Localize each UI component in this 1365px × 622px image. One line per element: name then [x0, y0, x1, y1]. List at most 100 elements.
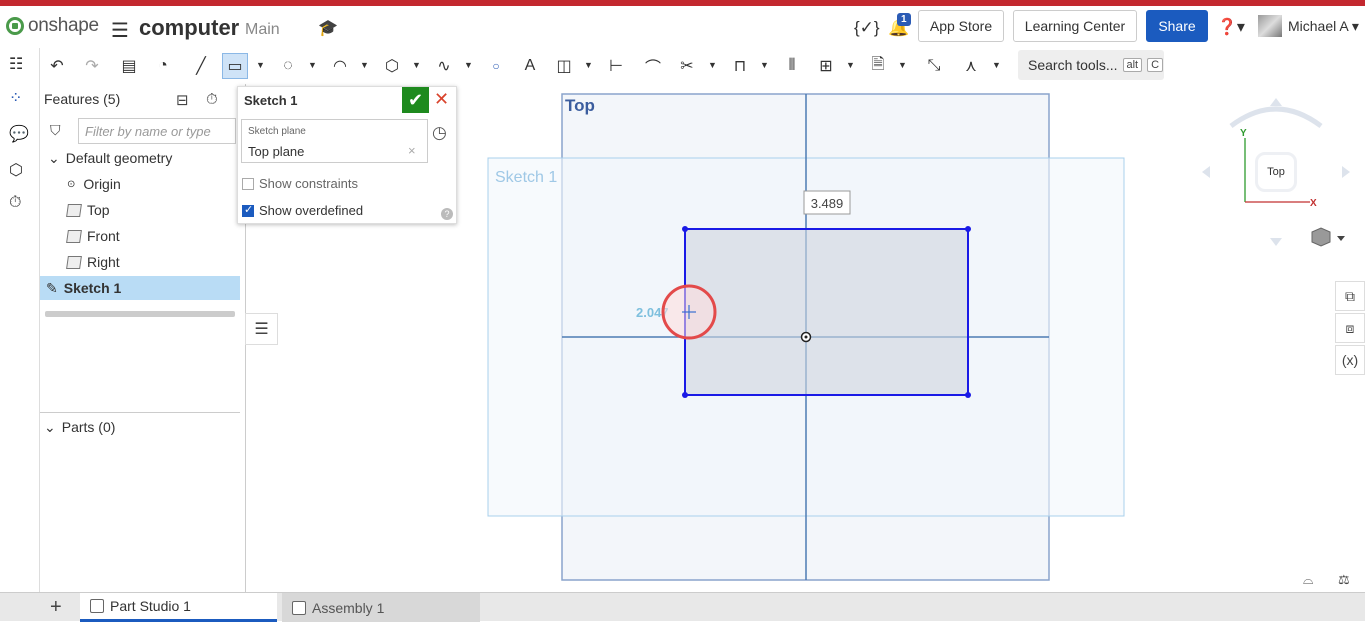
- assembly-icon: [292, 600, 306, 615]
- onshape-logo[interactable]: onshape: [6, 15, 99, 37]
- parts-icon[interactable]: ⬡: [9, 160, 23, 180]
- mirror-icon[interactable]: ⫴: [779, 53, 805, 79]
- chevron-down-icon[interactable]: ▼: [846, 60, 855, 70]
- rectangle-tool-icon[interactable]: ▭: [222, 53, 248, 79]
- variables-panel-icon[interactable]: (x): [1335, 345, 1365, 375]
- measure-ruler-icon[interactable]: ⚖: [1338, 573, 1350, 588]
- learning-center-button[interactable]: Learning Center: [1013, 10, 1137, 42]
- part-studio-icon: [90, 599, 104, 613]
- add-tab-button[interactable]: +: [40, 593, 76, 622]
- chevron-down-icon[interactable]: ▼: [308, 60, 317, 70]
- chevron-down-icon[interactable]: ▼: [898, 60, 907, 70]
- sketch-plane-icon[interactable]: ▤: [116, 53, 142, 79]
- show-overdefined-checkbox[interactable]: Show overdefined: [242, 203, 363, 218]
- app-store-button[interactable]: App Store: [918, 10, 1004, 42]
- use-icon[interactable]: ◔: [150, 53, 176, 79]
- offset-icon[interactable]: ⊓: [727, 53, 753, 79]
- timer-icon[interactable]: ⏱: [9, 194, 21, 212]
- document-name[interactable]: computer: [139, 15, 239, 41]
- view-cube-face[interactable]: Top: [1255, 152, 1297, 192]
- plane-icon: [66, 255, 82, 269]
- arrow-up-icon[interactable]: [1270, 98, 1282, 106]
- chevron-down-icon[interactable]: [1337, 236, 1345, 241]
- chevron-down-icon[interactable]: ▼: [992, 60, 1001, 70]
- parts-section[interactable]: ⌄ Parts (0): [44, 415, 244, 439]
- clear-icon[interactable]: ×: [408, 143, 416, 158]
- width-dimension[interactable]: 3.489: [811, 196, 844, 211]
- chevron-down-icon[interactable]: ▼: [360, 60, 369, 70]
- comments-icon[interactable]: 💬: [9, 124, 29, 144]
- chevron-down-icon[interactable]: ▼: [256, 60, 265, 70]
- tree-item-sketch[interactable]: ✎ Sketch 1: [40, 276, 240, 300]
- configurations-icon[interactable]: ⧈: [1335, 313, 1365, 343]
- help-icon[interactable]: ?: [441, 208, 453, 220]
- dxf-import-icon[interactable]: 🗎: [865, 53, 891, 79]
- accept-button[interactable]: ✔: [402, 87, 429, 113]
- history-icon[interactable]: ◷: [432, 123, 447, 143]
- tree-label: Right: [87, 254, 120, 270]
- horizontal-scrollbar[interactable]: [45, 311, 235, 317]
- user-menu[interactable]: Michael A ▾: [1288, 18, 1359, 35]
- orbit-arc[interactable]: [1229, 106, 1323, 128]
- filter-icon[interactable]: ⛉: [50, 122, 61, 139]
- feature-list-toggle-icon[interactable]: ☰: [245, 313, 278, 345]
- chevron-down-icon[interactable]: ▼: [464, 60, 473, 70]
- sketch-rectangle[interactable]: [684, 228, 969, 396]
- insert-icon[interactable]: ⁘: [9, 88, 22, 108]
- avatar[interactable]: [1258, 15, 1282, 37]
- arrow-left-icon[interactable]: [1202, 166, 1210, 178]
- line-icon[interactable]: ╱: [188, 53, 214, 79]
- graduation-cap-icon[interactable]: 🎓: [318, 18, 338, 38]
- rectangle-vertex[interactable]: [682, 392, 688, 398]
- search-tools-button[interactable]: Search tools... alt C: [1018, 50, 1164, 80]
- arrow-right-icon[interactable]: [1342, 166, 1350, 178]
- checkbox-checked[interactable]: [242, 203, 254, 217]
- variables-icon[interactable]: {✓}: [854, 18, 880, 38]
- chevron-down-icon[interactable]: ⌄: [44, 419, 56, 436]
- arrow-down-icon[interactable]: [1270, 238, 1282, 246]
- circle-icon[interactable]: ◌: [275, 53, 301, 79]
- rectangle-vertex[interactable]: [965, 392, 971, 398]
- tree-item-right[interactable]: Right: [66, 250, 267, 274]
- cube-view-icon[interactable]: [1311, 227, 1331, 247]
- polygon-icon[interactable]: ⬡: [379, 53, 405, 79]
- transform-icon[interactable]: ⤡: [921, 53, 947, 79]
- chevron-down-icon[interactable]: ▼: [412, 60, 421, 70]
- point-icon[interactable]: ○: [483, 53, 509, 79]
- sketch-plane-field[interactable]: Sketch plane Top plane ×: [241, 119, 428, 163]
- checkbox-unchecked[interactable]: [242, 177, 254, 190]
- chevron-down-icon[interactable]: ⌄: [48, 150, 60, 167]
- rectangle-vertex[interactable]: [965, 226, 971, 232]
- branch-name[interactable]: Main: [245, 21, 280, 39]
- parts-appearance-icon[interactable]: ⧉: [1335, 281, 1365, 311]
- share-button[interactable]: Share: [1146, 10, 1208, 42]
- menu-icon[interactable]: ☰: [111, 18, 129, 43]
- spline-icon[interactable]: ∿: [431, 53, 457, 79]
- chevron-down-icon[interactable]: ▼: [760, 60, 769, 70]
- tab-part-studio[interactable]: Part Studio 1: [80, 593, 277, 622]
- rollback-timer-icon[interactable]: ⏱: [206, 91, 218, 108]
- show-constraints-checkbox[interactable]: Show constraints: [242, 176, 358, 191]
- tab-assembly[interactable]: Assembly 1: [282, 593, 480, 622]
- trim-icon[interactable]: ✂: [674, 53, 700, 79]
- dimension-icon[interactable]: ⊢: [603, 53, 629, 79]
- measure-icon[interactable]: ⋏: [958, 53, 984, 79]
- text-icon[interactable]: A: [517, 53, 543, 79]
- redo-icon[interactable]: ↷: [79, 53, 105, 79]
- undo-icon[interactable]: ↶: [44, 53, 70, 79]
- chevron-down-icon[interactable]: ▼: [584, 60, 593, 70]
- chevron-down-icon[interactable]: ▼: [708, 60, 717, 70]
- section-view-icon[interactable]: ⌓: [1303, 573, 1313, 588]
- help-icon[interactable]: ❓▾: [1217, 17, 1245, 37]
- feature-list-icon[interactable]: ☷: [9, 54, 23, 74]
- construction-icon[interactable]: ◫: [551, 53, 577, 79]
- fillet-icon[interactable]: ⌒: [640, 53, 666, 79]
- tree-default-geometry[interactable]: ⌄ Default geometry: [48, 146, 248, 170]
- cancel-button[interactable]: ✕: [434, 89, 449, 110]
- tree-item-front[interactable]: Front: [66, 224, 267, 248]
- rectangle-vertex[interactable]: [682, 226, 688, 232]
- pattern-icon[interactable]: ⊞: [813, 53, 839, 79]
- arc-icon[interactable]: ◠: [327, 53, 353, 79]
- filter-input[interactable]: Filter by name or type: [78, 118, 236, 144]
- add-folder-icon[interactable]: ⊟: [176, 91, 189, 109]
